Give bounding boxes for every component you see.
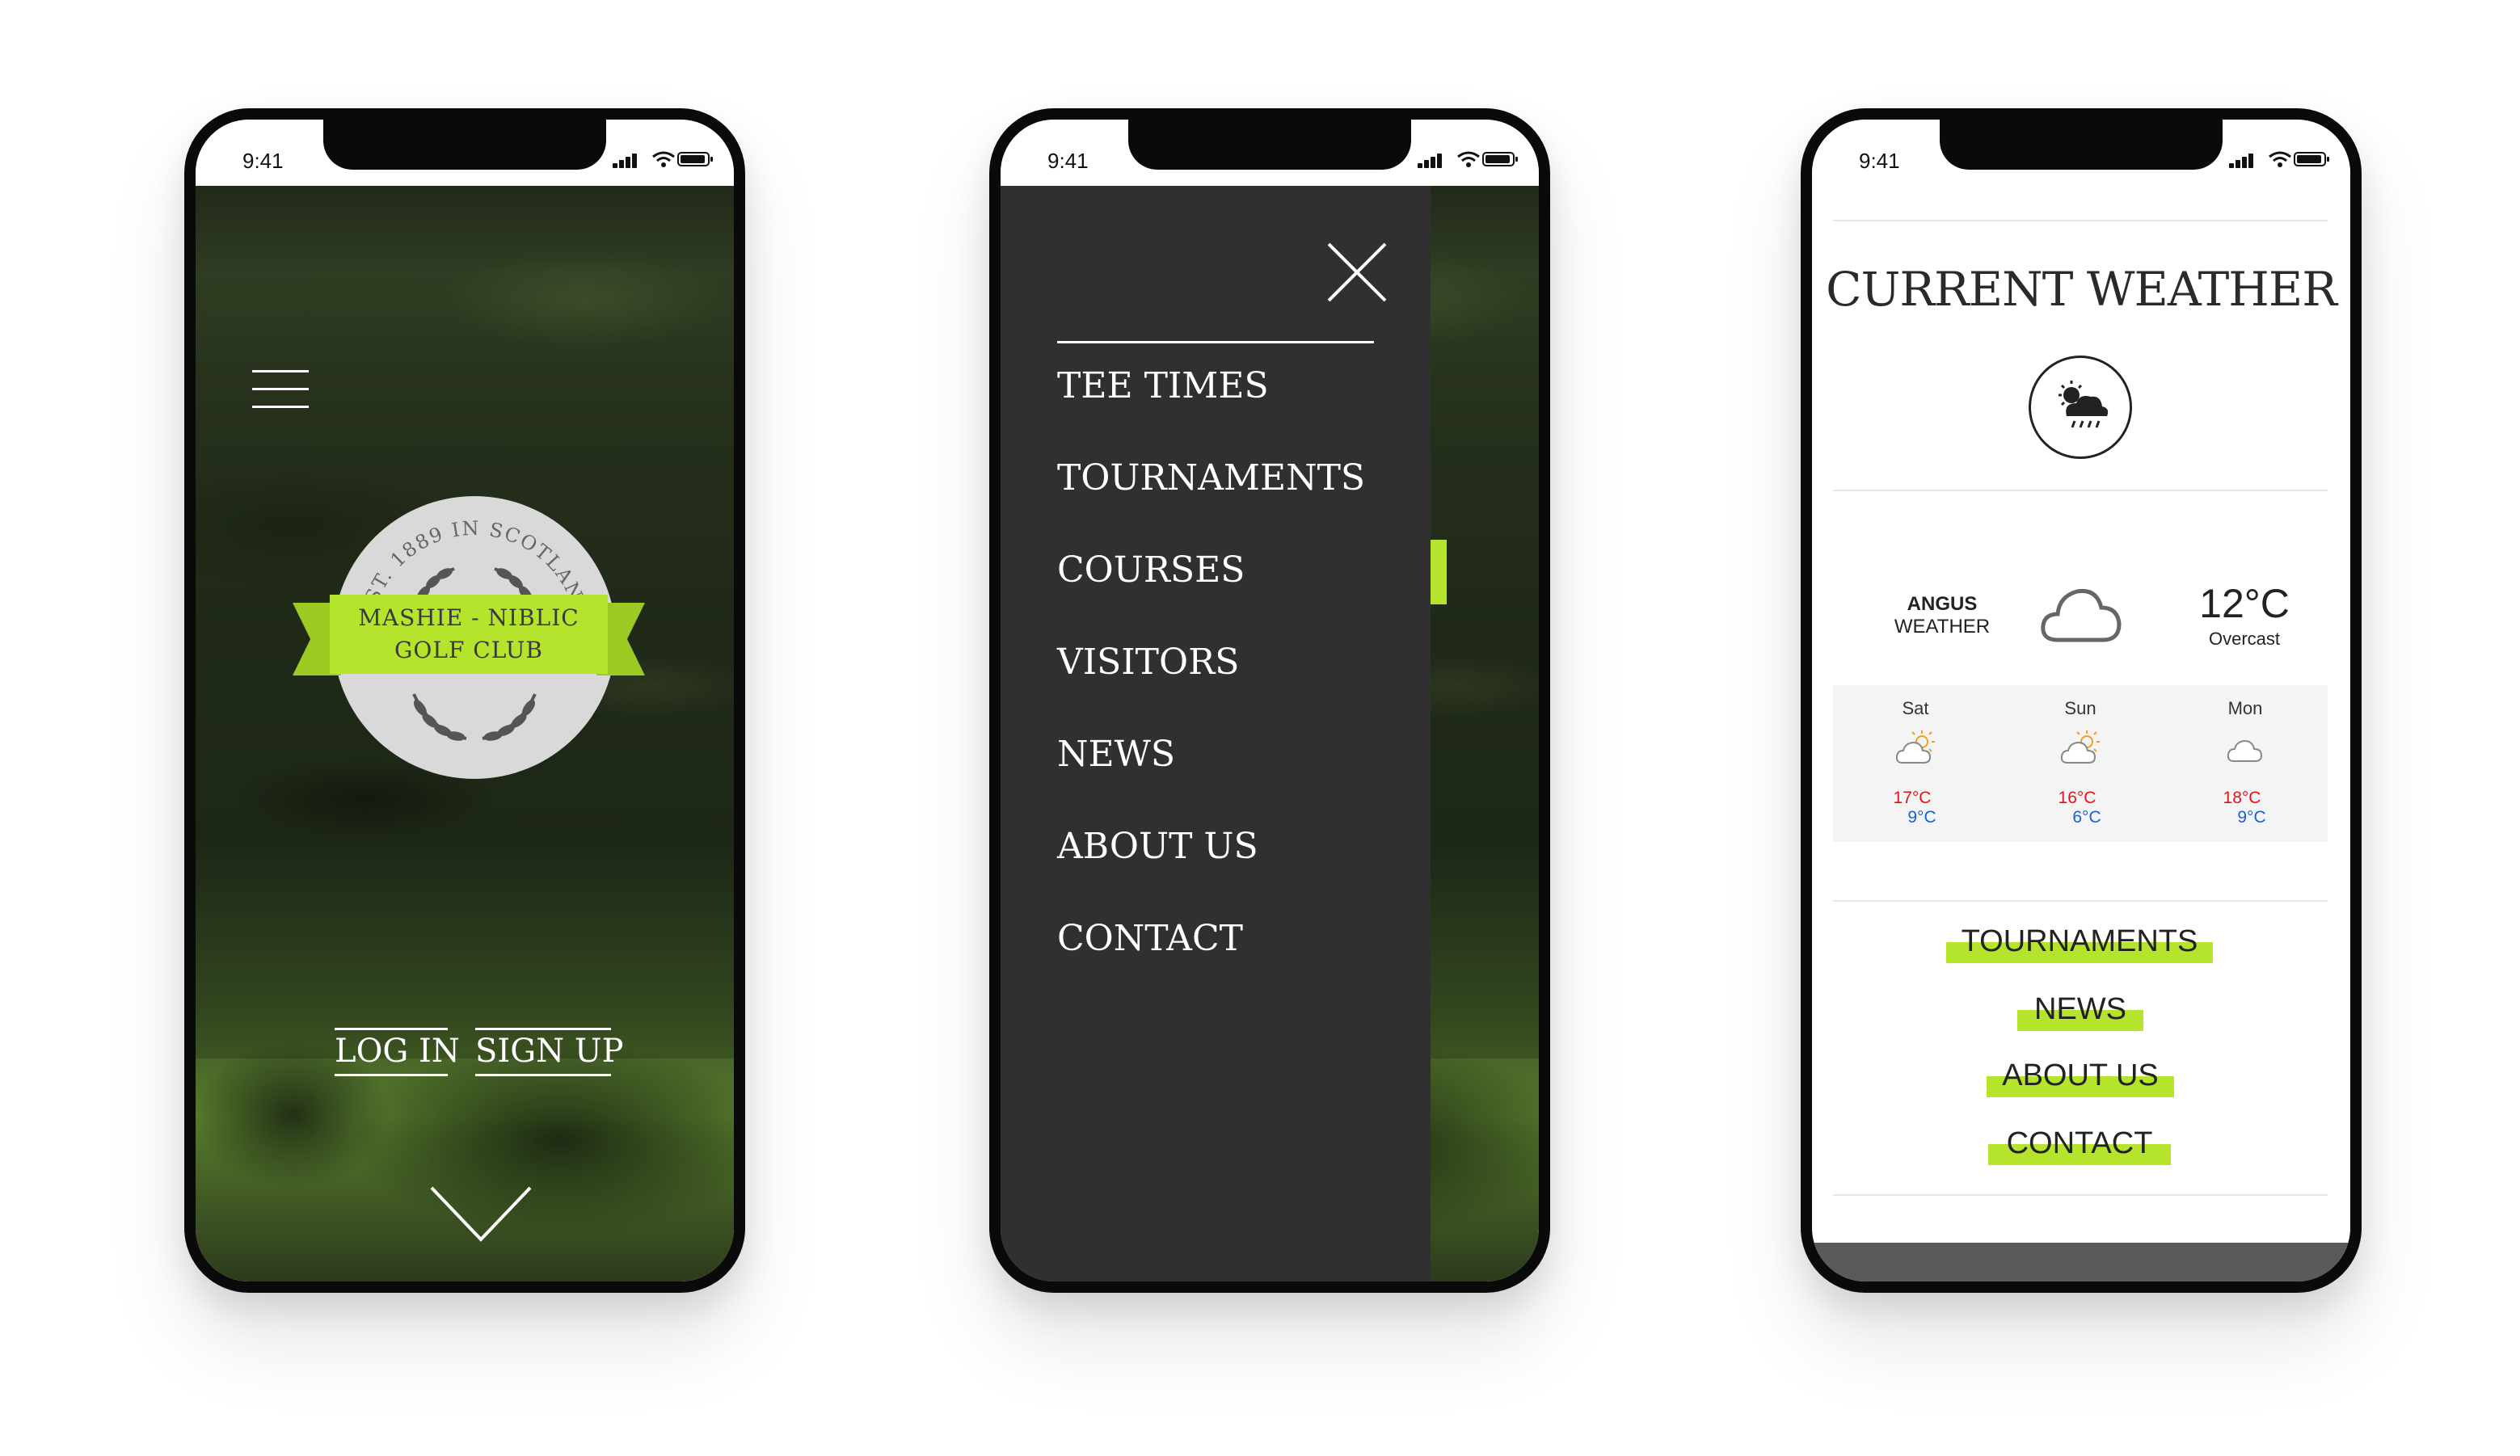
hamburger-icon[interactable] bbox=[252, 370, 309, 410]
phone-home: 9:41 T. 1889 IN SCOTLAN MASHIE - NIBLIC … bbox=[184, 108, 745, 1293]
club-name-line2: GOLF CLUB bbox=[394, 637, 543, 663]
status-icons bbox=[613, 150, 713, 168]
menu-item-tee-times[interactable]: TEE TIMES bbox=[1057, 365, 1269, 406]
screen-weather: 9:41 CURRENT WEATHER ANGUS WEATHER 12°C … bbox=[1812, 120, 2350, 1281]
ribbon-band: MASHIE - NIBLIC GOLF CLUB bbox=[330, 595, 608, 674]
link-about-us-label: ABOUT US bbox=[2002, 1058, 2159, 1092]
logo-ribbon-peek bbox=[1431, 540, 1447, 604]
menu-item-visitors[interactable]: VISITORS bbox=[1057, 642, 1239, 683]
forecast-low: 9°C bbox=[2237, 808, 2266, 827]
storm-cloud-icon bbox=[2059, 381, 2109, 428]
divider bbox=[1833, 220, 2328, 221]
current-temperature: 12°C Overcast bbox=[2176, 580, 2313, 650]
condition-label: Overcast bbox=[2208, 629, 2281, 649]
club-name-line1: MASHIE - NIBLIC bbox=[358, 604, 579, 631]
status-time: 9:41 bbox=[1859, 149, 1900, 173]
notch bbox=[1940, 120, 2223, 170]
forecast-high: 18°C bbox=[2223, 789, 2261, 807]
forecast-day-name: Sun bbox=[2064, 698, 2096, 718]
login-label: LOG IN bbox=[335, 1033, 460, 1070]
signal-bar bbox=[2236, 160, 2240, 168]
signal-icon bbox=[613, 163, 617, 168]
battery-icon bbox=[677, 152, 713, 166]
location-line2: WEATHER bbox=[1894, 616, 1991, 638]
menu-item-contact[interactable]: CONTACT bbox=[1057, 918, 1243, 959]
nav-menu-panel: TEE TIMES TOURNAMENTS COURSES VISITORS N… bbox=[1001, 186, 1431, 1281]
signal-bar bbox=[619, 160, 624, 168]
signal-icon bbox=[1418, 163, 1422, 168]
forecast-high: 16°C bbox=[2058, 789, 2096, 807]
signal-bar bbox=[1437, 154, 1442, 168]
divider bbox=[1833, 490, 2328, 491]
forecast-day-name: Sat bbox=[1902, 698, 1929, 718]
login-button[interactable]: LOG IN bbox=[335, 1028, 460, 1076]
signal-bar bbox=[1431, 157, 1435, 168]
signup-button[interactable]: SIGN UP bbox=[475, 1028, 624, 1076]
forecast-low: 9°C bbox=[1907, 808, 1936, 827]
signal-bar bbox=[1424, 160, 1429, 168]
battery-icon bbox=[2294, 152, 2329, 166]
logo-ribbon: MASHIE - NIBLIC GOLF CLUB bbox=[293, 595, 645, 675]
signal-bar bbox=[2248, 154, 2253, 168]
status-time: 9:41 bbox=[242, 149, 284, 173]
battery-icon bbox=[1482, 152, 1518, 166]
signup-label: SIGN UP bbox=[475, 1033, 624, 1070]
menu-item-about-us[interactable]: ABOUT US bbox=[1057, 826, 1258, 867]
forecast-day: Sat 17°C 9°C bbox=[1833, 685, 1998, 842]
link-tournaments[interactable]: TOURNAMENTS bbox=[1946, 924, 2213, 963]
signal-icon bbox=[2229, 163, 2234, 168]
link-about-us[interactable]: ABOUT US bbox=[1987, 1058, 2174, 1097]
sun-cloud-icon bbox=[1895, 730, 1935, 764]
link-contact[interactable]: CONTACT bbox=[1988, 1126, 2171, 1165]
menu-item-tournaments[interactable]: TOURNAMENTS bbox=[1057, 457, 1365, 499]
location-line1: ANGUS bbox=[1907, 593, 1978, 615]
signal-bar bbox=[2242, 157, 2247, 168]
notch bbox=[323, 120, 606, 170]
link-news[interactable]: NEWS bbox=[2017, 992, 2143, 1031]
temperature-value: 12°C bbox=[2199, 581, 2290, 626]
link-contact-label: CONTACT bbox=[2006, 1126, 2153, 1160]
close-icon[interactable] bbox=[1327, 242, 1387, 302]
divider bbox=[1833, 900, 2328, 902]
cloud-icon bbox=[2041, 588, 2122, 642]
sun-cloud-icon bbox=[2060, 730, 2100, 764]
status-icons bbox=[1418, 150, 1518, 168]
screen-home: 9:41 T. 1889 IN SCOTLAN MASHIE - NIBLIC … bbox=[196, 120, 734, 1281]
cloud-icon bbox=[2227, 739, 2263, 762]
chevron-down-icon[interactable] bbox=[430, 1186, 532, 1243]
phone-weather: 9:41 CURRENT WEATHER ANGUS WEATHER 12°C … bbox=[1801, 108, 2362, 1293]
divider bbox=[1833, 1194, 2328, 1196]
wifi-icon bbox=[2269, 151, 2291, 167]
menu-item-courses[interactable]: COURSES bbox=[1057, 549, 1245, 591]
footer-bar bbox=[1812, 1243, 2350, 1281]
forecast-day: Sun 16°C 6°C bbox=[1998, 685, 2163, 842]
forecast-day-name: Mon bbox=[2227, 698, 2263, 718]
screen-menu: 9:41 TEE TIMES TOURNAMENTS COURSES VISIT… bbox=[1001, 120, 1539, 1281]
status-time: 9:41 bbox=[1047, 149, 1089, 173]
weather-location: ANGUS WEATHER bbox=[1882, 593, 2003, 638]
menu-divider bbox=[1057, 341, 1374, 343]
link-tournaments-label: TOURNAMENTS bbox=[1961, 924, 2198, 958]
notch bbox=[1128, 120, 1411, 170]
link-news-label: NEWS bbox=[2034, 992, 2126, 1026]
menu-item-news[interactable]: NEWS bbox=[1057, 734, 1175, 775]
forecast-high: 17°C bbox=[1893, 789, 1932, 807]
forecast-low: 6°C bbox=[2072, 808, 2101, 827]
weather-title: CURRENT WEATHER bbox=[1826, 262, 2337, 317]
wifi-icon bbox=[652, 151, 675, 167]
weather-badge bbox=[2029, 356, 2132, 459]
status-icons bbox=[2229, 150, 2329, 168]
forecast-day: Mon 18°C 9°C bbox=[2163, 685, 2328, 842]
wifi-icon bbox=[1457, 151, 1480, 167]
signal-bar bbox=[632, 154, 637, 168]
club-logo: EST. 1889 IN SCOTLAND bbox=[293, 483, 645, 779]
signal-bar bbox=[626, 157, 630, 168]
phone-menu: 9:41 TEE TIMES TOURNAMENTS COURSES VISIT… bbox=[989, 108, 1550, 1293]
